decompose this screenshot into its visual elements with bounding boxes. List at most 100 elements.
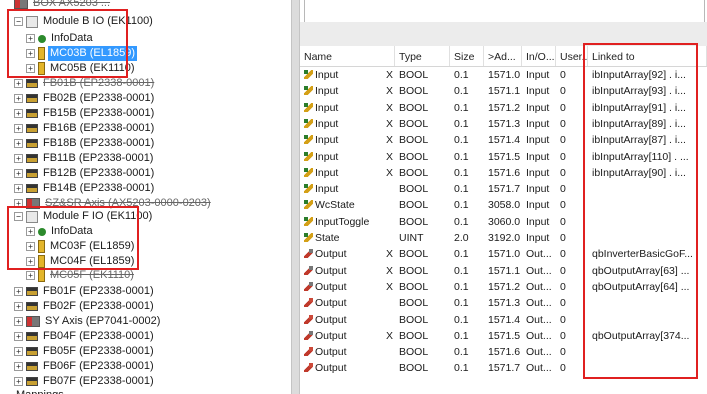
io-cell: Out... xyxy=(526,313,552,326)
name-cell: Output xyxy=(300,295,380,311)
output-variable-icon xyxy=(304,281,313,291)
tree-item[interactable]: + FB14B (EP2338-0001) xyxy=(14,181,156,196)
expand-icon[interactable]: + xyxy=(14,79,23,88)
tree-item[interactable]: + FB16B (EP2338-0001) xyxy=(14,121,156,136)
output-variable-icon xyxy=(304,298,313,308)
size-cell: 0.1 xyxy=(454,313,469,326)
tree-item[interactable]: + FB05F (EP2338-0001) xyxy=(14,344,156,359)
tree-item-label: FB18B (EP2338-0001) xyxy=(43,137,155,149)
expand-icon[interactable]: + xyxy=(14,184,23,193)
variable-name: Output xyxy=(315,346,347,359)
name-cell: Input xyxy=(300,67,380,83)
expand-icon[interactable]: + xyxy=(14,154,23,163)
input-variable-icon xyxy=(304,151,313,161)
address-cell: 1571.1 xyxy=(488,264,521,277)
highlight-module-f xyxy=(7,206,139,270)
expand-icon[interactable]: + xyxy=(14,109,23,118)
name-cell: InputToggle xyxy=(300,214,380,230)
column-header[interactable]: Type xyxy=(395,46,450,66)
terminal-y-icon xyxy=(38,269,45,282)
column-header[interactable]: Name xyxy=(300,46,395,66)
input-variable-icon xyxy=(304,216,313,226)
tree-item[interactable]: + SY Axis (EP7041-0002) xyxy=(14,314,162,329)
tree-item-label: FB01F (EP2338-0001) xyxy=(43,285,154,297)
name-cell: Input xyxy=(300,83,380,99)
tree-item[interactable]: + FB15B (EP2338-0001) xyxy=(14,106,156,121)
type-cell: BOOL xyxy=(399,199,429,212)
address-cell: 1571.4 xyxy=(488,134,521,147)
input-variable-icon xyxy=(304,86,313,96)
output-variable-icon xyxy=(304,330,313,340)
io-cell: Input xyxy=(526,85,550,98)
highlight-module-b xyxy=(7,9,128,78)
size-cell: 0.1 xyxy=(454,248,469,261)
input-variable-icon xyxy=(304,135,313,145)
tree-item-label: FB02B (EP2338-0001) xyxy=(43,92,155,104)
tree-item[interactable]: + MC05F (EK1110) xyxy=(26,268,136,283)
variable-name: Output xyxy=(315,297,347,310)
expand-icon[interactable]: + xyxy=(14,124,23,133)
io-cell: Out... xyxy=(526,346,552,359)
mapped-flag: X xyxy=(386,329,394,342)
name-cell: State xyxy=(300,230,380,246)
output-variable-icon xyxy=(304,347,313,357)
type-cell: BOOL xyxy=(399,101,429,114)
top-input-box[interactable] xyxy=(304,0,705,23)
tree-item[interactable]: + FB06F (EP2338-0001) xyxy=(14,359,156,374)
tree-item[interactable]: + FB02B (EP2338-0001) xyxy=(14,91,156,106)
type-cell: BOOL xyxy=(399,166,429,179)
expand-icon[interactable]: + xyxy=(26,271,35,280)
tree-item-label: MC05F (EK1110) xyxy=(50,269,134,281)
name-cell: Input xyxy=(300,116,380,132)
expand-icon[interactable]: + xyxy=(14,94,23,103)
tree-item[interactable]: + FB07F (EP2338-0001) xyxy=(14,374,156,389)
mapped-flag: X xyxy=(386,280,394,293)
address-cell: 1571.1 xyxy=(488,85,521,98)
tree-item[interactable]: + FB01B (EP2338-0001) xyxy=(14,76,156,91)
name-cell: Input xyxy=(300,100,380,116)
expand-icon[interactable]: + xyxy=(14,169,23,178)
name-cell: Output xyxy=(300,263,380,279)
expand-icon[interactable]: + xyxy=(14,139,23,148)
mapped-flag xyxy=(382,230,396,246)
type-cell: BOOL xyxy=(399,329,429,342)
tree-item[interactable]: + FB18B (EP2338-0001) xyxy=(14,136,156,151)
name-cell: Input xyxy=(300,181,380,197)
expand-icon[interactable]: + xyxy=(14,332,23,341)
tree-item[interactable]: + FB11B (EP2338-0001) xyxy=(14,151,155,166)
pane-splitter[interactable] xyxy=(291,0,300,394)
type-cell: BOOL xyxy=(399,280,429,293)
column-header[interactable]: In/O... xyxy=(522,46,556,66)
type-cell: BOOL xyxy=(399,297,429,310)
io-cell: Out... xyxy=(526,264,552,277)
output-variable-icon xyxy=(304,249,313,259)
term-icon xyxy=(26,94,38,103)
tree-item[interactable]: + FB12B (EP2338-0001) xyxy=(14,166,156,181)
tree-item[interactable]: + FB04F (EP2338-0001) xyxy=(14,329,156,344)
tree-item[interactable]: + FB01F (EP2338-0001) xyxy=(14,284,156,299)
term-icon xyxy=(26,169,38,178)
mapped-flag xyxy=(382,360,396,376)
tree-item[interactable]: + FB02F (EP2338-0001) xyxy=(14,299,156,314)
address-cell: 1571.0 xyxy=(488,69,521,81)
tree-item[interactable]: Mappings xyxy=(14,388,66,394)
variable-name: Output xyxy=(315,362,347,375)
expand-icon[interactable]: + xyxy=(14,377,23,386)
io-cell: Input xyxy=(526,101,550,114)
expand-icon[interactable]: + xyxy=(14,347,23,356)
expand-icon[interactable]: + xyxy=(14,317,23,326)
column-header[interactable]: >Ad... xyxy=(484,46,522,66)
column-header[interactable]: Size xyxy=(450,46,484,66)
mapped-flag xyxy=(382,181,396,197)
size-cell: 0.1 xyxy=(454,215,469,228)
io-cell: Input xyxy=(526,199,550,212)
expand-icon[interactable]: + xyxy=(14,362,23,371)
mapped-flag: X xyxy=(386,85,394,98)
input-variable-icon xyxy=(304,167,313,177)
axis-icon xyxy=(14,0,28,9)
io-cell: Out... xyxy=(526,280,552,293)
variable-name: WcState xyxy=(315,199,355,212)
tree-item-label: FB12B (EP2338-0001) xyxy=(43,167,155,179)
expand-icon[interactable]: + xyxy=(14,302,23,311)
expand-icon[interactable]: + xyxy=(14,287,23,296)
